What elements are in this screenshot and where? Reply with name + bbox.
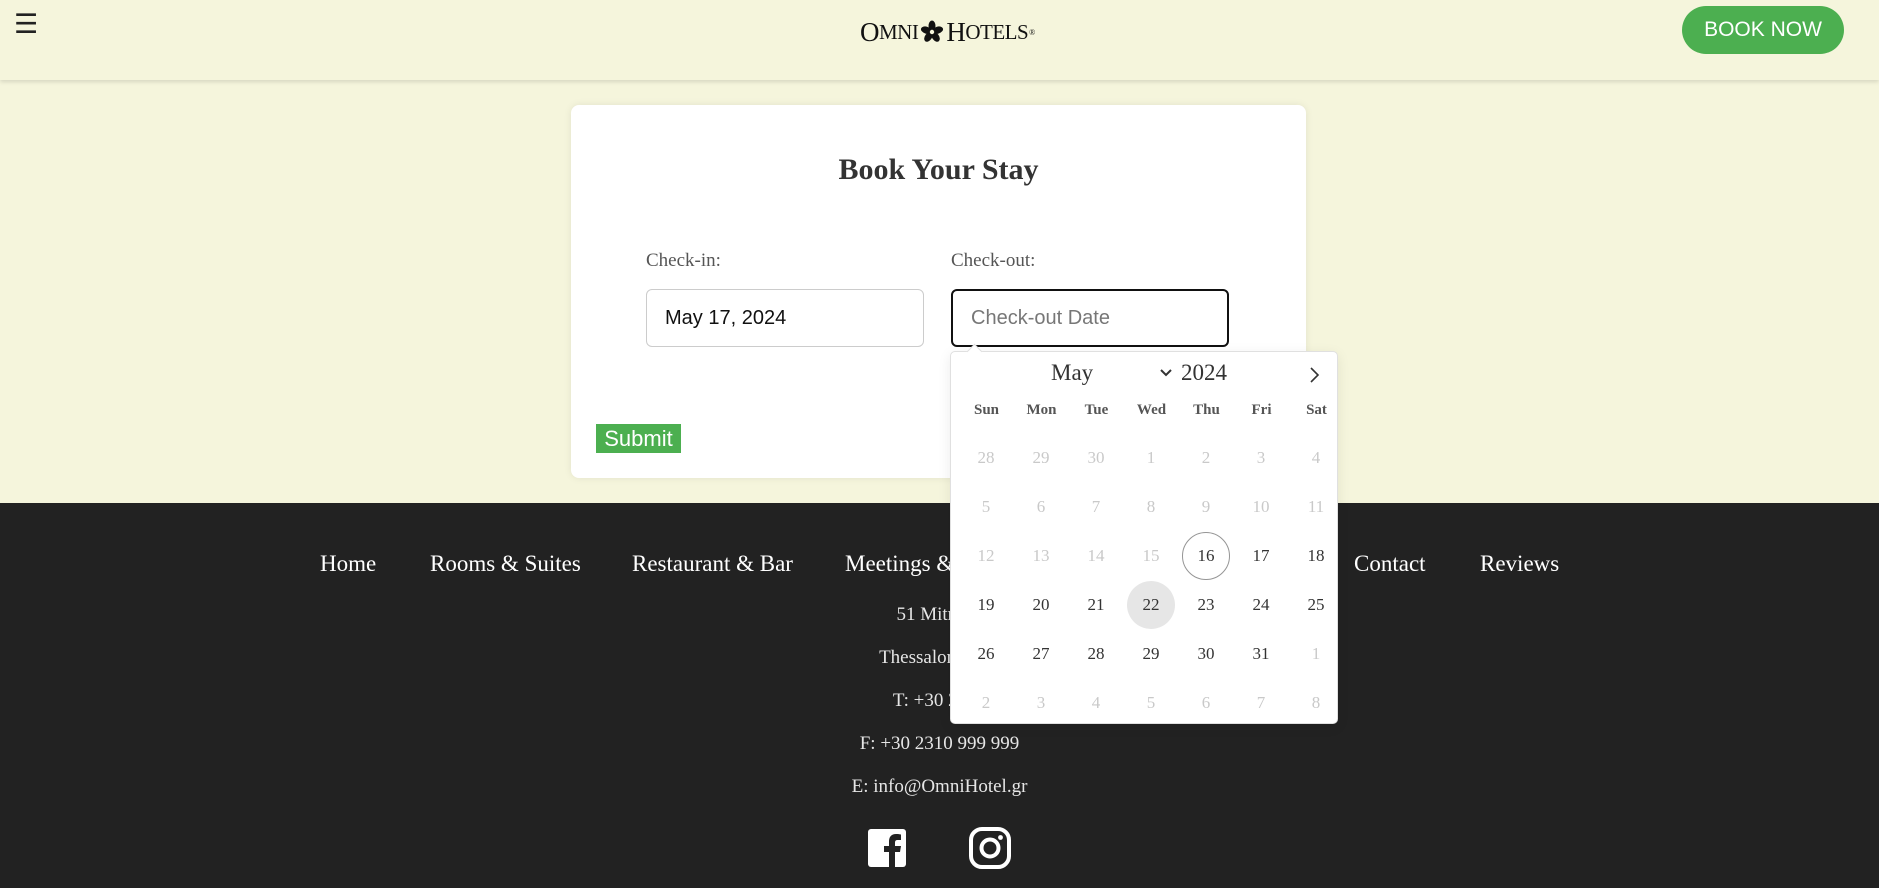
email-line: E: info@OmniHotel.gr — [851, 776, 1028, 797]
chevron-down-icon — [1160, 369, 1172, 377]
calendar-day: 3 — [1036, 693, 1046, 712]
calendar-day: 2 — [981, 693, 991, 712]
calendar-day: 6 — [1036, 497, 1046, 516]
site-footer: Home Rooms & Suites Restaurant & Bar Mee… — [0, 503, 1879, 888]
calendar-day: 2 — [1201, 448, 1211, 467]
checkin-date-input[interactable] — [646, 289, 924, 347]
calendar-day: 4 — [1091, 693, 1101, 712]
logo-letter-o: O — [860, 16, 880, 47]
checkout-datepicker: May 2024 Sun Mon Tue Wed Thu Fri Sat 28 29 30 1 2 3… — [950, 343, 1338, 724]
footer-link-contact[interactable]: Contact — [1354, 551, 1426, 577]
checkout-label: Check-out: — [951, 250, 1036, 271]
footer-link-home[interactable]: Home — [320, 551, 376, 577]
calendar-day[interactable]: 21 — [1072, 581, 1120, 629]
facebook-icon[interactable] — [864, 825, 910, 871]
footer-link-restaurant-bar[interactable]: Restaurant & Bar — [632, 551, 793, 577]
checkin-label: Check-in: — [646, 250, 721, 271]
calendar-day[interactable]: 26 — [962, 630, 1010, 678]
calendar-day[interactable]: 28 — [1072, 630, 1120, 678]
address-line-1: 51 Mitropo — [896, 604, 983, 625]
calendar-day: 14 — [1087, 546, 1105, 565]
instagram-icon[interactable] — [967, 825, 1013, 871]
calendar-day[interactable]: 29 — [1127, 630, 1175, 678]
calendar-day: 8 — [1146, 497, 1156, 516]
calendar-day[interactable]: 25 — [1292, 581, 1340, 629]
hamburger-menu-icon[interactable]: ☰ — [14, 6, 38, 44]
calendar-day[interactable]: 16 — [1182, 532, 1230, 580]
calendar-day: 30 — [1087, 448, 1105, 467]
book-now-button[interactable]: BOOK NOW — [1682, 6, 1844, 54]
footer-link-meetings[interactable]: Meetings & — [845, 551, 954, 577]
calendar-day[interactable]: 24 — [1237, 581, 1285, 629]
calendar-day[interactable]: 17 — [1237, 532, 1285, 580]
checkout-date-input[interactable] — [951, 289, 1229, 347]
calendar-day: 6 — [1201, 693, 1211, 712]
calendar-day: 10 — [1252, 497, 1270, 516]
calendar-day: 3 — [1256, 448, 1266, 467]
weekday-header: Sun Mon Tue Wed Thu Fri Sat — [959, 402, 1329, 422]
weekday-label: Wed — [1136, 402, 1167, 418]
calendar-day[interactable]: 22 — [1127, 581, 1175, 629]
calendar-day[interactable]: 20 — [1017, 581, 1065, 629]
weekday-label: Thu — [1193, 402, 1220, 418]
phone-line: T: +30 2310 — [892, 690, 987, 711]
calendar-day[interactable]: 18 — [1292, 532, 1340, 580]
weekday-label: Mon — [1026, 402, 1057, 418]
next-month-icon[interactable] — [1303, 364, 1325, 386]
calendar-day: 7 — [1256, 693, 1266, 712]
calendar-day[interactable]: 19 — [962, 581, 1010, 629]
calendar-day: 13 — [1032, 546, 1050, 565]
logo-letters-otels: OTELS — [965, 19, 1029, 44]
calendar-day: 9 — [1201, 497, 1211, 516]
calendar-day: 5 — [981, 497, 991, 516]
fax-line: F: +30 2310 999 999 — [859, 733, 1020, 754]
site-header: ☰ O MNI H OTELS ® BOOK NOW — [0, 0, 1879, 80]
calendar-day: 11 — [1307, 497, 1325, 516]
calendar-day[interactable]: 23 — [1182, 581, 1230, 629]
weekday-label: Sat — [1306, 402, 1327, 418]
calendar-day: 28 — [977, 448, 995, 467]
calendar-day[interactable]: 30 — [1182, 630, 1230, 678]
weekday-label: Sun — [973, 402, 1000, 418]
calendar-days: 28 29 30 1 2 3 4 5 6 7 8 9 10 11 12 13 14 15 16 17 18 19 20 21 2… — [959, 434, 1329, 724]
logo-letters-mni: MNI — [879, 19, 919, 44]
calendar-day: 4 — [1311, 448, 1321, 467]
month-select[interactable]: May — [1051, 360, 1175, 388]
address-line-2: Thessaloniki 54 — [879, 647, 1000, 668]
footer-nav: Home Rooms & Suites Restaurant & Bar Mee… — [0, 551, 1879, 581]
footer-link-reviews[interactable]: Reviews — [1480, 551, 1559, 577]
calendar-day[interactable]: 31 — [1237, 630, 1285, 678]
footer-link-rooms-suites[interactable]: Rooms & Suites — [430, 551, 581, 577]
booking-title: Book Your Stay — [838, 153, 1039, 186]
calendar-day: 15 — [1142, 546, 1160, 565]
calendar-day: 5 — [1146, 693, 1156, 712]
weekday-label: Fri — [1251, 402, 1272, 418]
calendar-day: 7 — [1091, 497, 1101, 516]
calendar-day: 1 — [1311, 644, 1321, 663]
calendar-day: 12 — [977, 546, 995, 565]
year-input[interactable]: 2024 — [1181, 360, 1261, 388]
logo-letter-h: H — [946, 16, 966, 47]
calendar-day: 1 — [1146, 448, 1156, 467]
calendar-day[interactable]: 27 — [1017, 630, 1065, 678]
weekday-label: Tue — [1084, 402, 1109, 418]
calendar-day: 29 — [1032, 448, 1050, 467]
submit-button[interactable]: Submit — [596, 424, 681, 453]
flower-logo-icon — [921, 20, 944, 42]
omni-hotels-logo[interactable]: O MNI H OTELS ® — [860, 14, 1035, 50]
calendar-day: 8 — [1311, 693, 1321, 712]
month-select-value: May — [1051, 360, 1094, 385]
registered-mark: ® — [1029, 27, 1035, 37]
